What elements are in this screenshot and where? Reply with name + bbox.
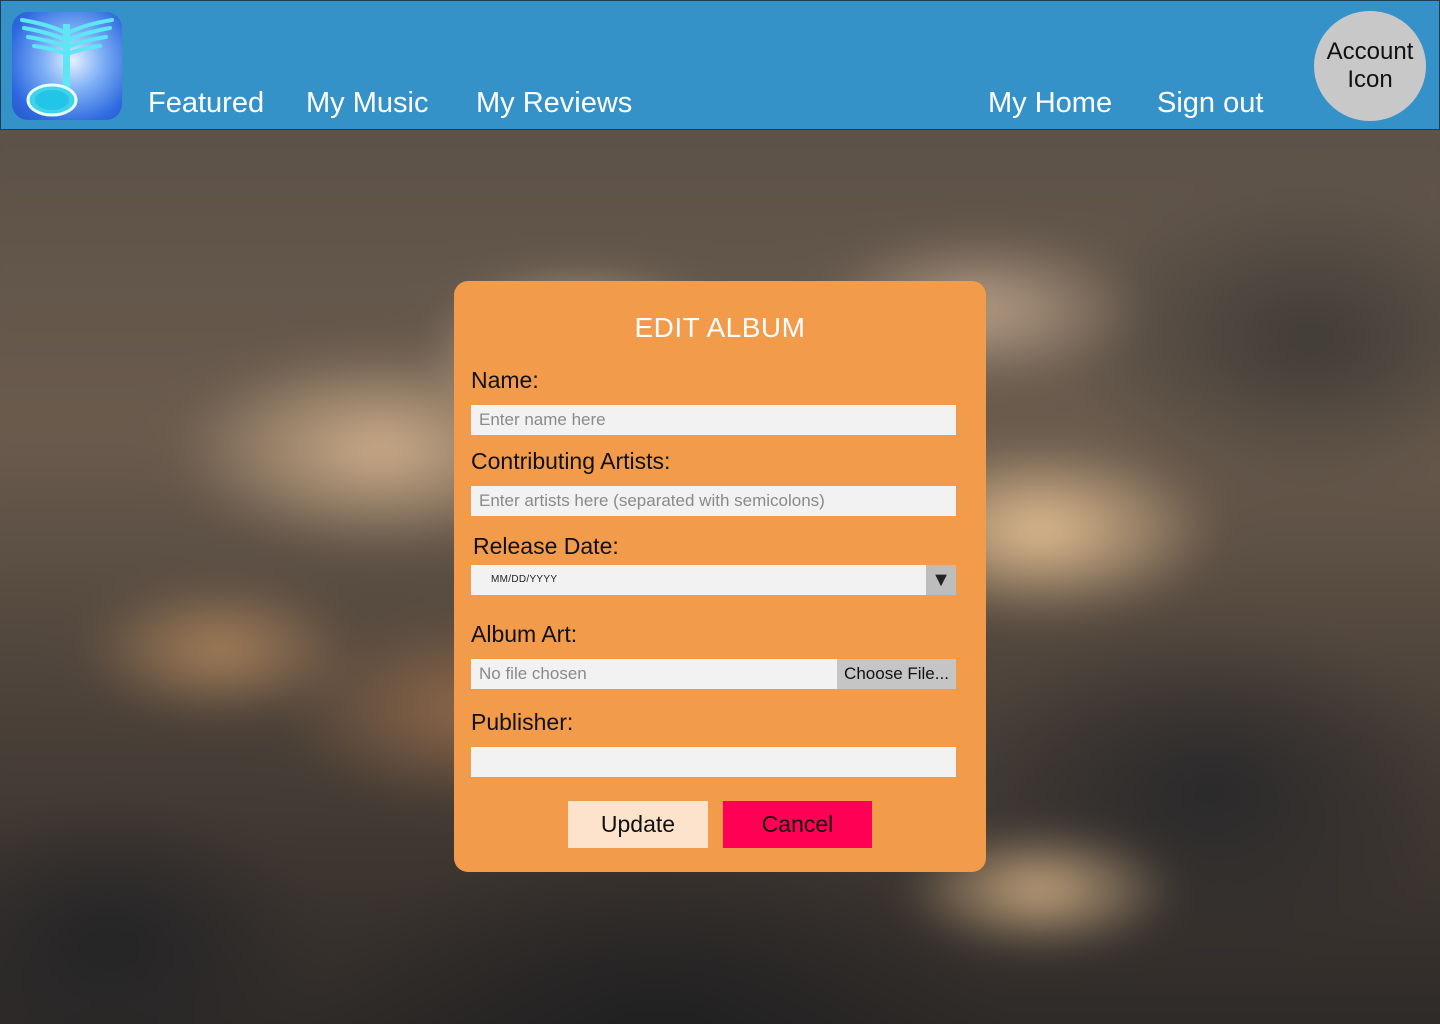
nav-my-reviews[interactable]: My Reviews (476, 85, 632, 121)
music-logo-icon[interactable] (12, 12, 122, 120)
edit-album-dialog: EDIT ALBUM Name: Contributing Artists: R… (454, 281, 986, 872)
album-art-label: Album Art: (471, 621, 578, 647)
choose-file-button[interactable]: Choose File... (837, 659, 956, 689)
update-button[interactable]: Update (568, 801, 708, 848)
dropdown-triangle-icon[interactable]: ▼ (926, 565, 956, 595)
contributing-artists-label: Contributing Artists: (471, 448, 671, 474)
publisher-label: Publisher: (471, 709, 574, 735)
music-note-wings-icon (20, 18, 114, 117)
release-date-value: MM/DD/YYYY (491, 574, 558, 585)
account-icon-label: Account Icon (1326, 38, 1414, 93)
file-status-text: No file chosen (479, 664, 587, 683)
name-input[interactable] (471, 405, 956, 435)
dialog-title: EDIT ALBUM (634, 312, 806, 343)
publisher-input[interactable] (471, 747, 956, 777)
nav-sign-out[interactable]: Sign out (1157, 85, 1263, 121)
album-art-file-input[interactable]: No file chosen Choose File... (471, 659, 956, 689)
nav-my-home[interactable]: My Home (988, 85, 1112, 121)
name-label: Name: (471, 367, 539, 393)
account-icon[interactable]: Account Icon (1314, 11, 1426, 121)
cancel-button[interactable]: Cancel (723, 801, 872, 848)
top-nav-bar: Featured My Music My Reviews My Home Sig… (0, 0, 1440, 130)
nav-my-music[interactable]: My Music (306, 85, 428, 121)
nav-featured[interactable]: Featured (148, 85, 264, 121)
release-date-label: Release Date: (473, 533, 619, 559)
release-date-picker[interactable]: MM/DD/YYYY ▼ (471, 565, 956, 595)
contributing-artists-input[interactable] (471, 486, 956, 516)
